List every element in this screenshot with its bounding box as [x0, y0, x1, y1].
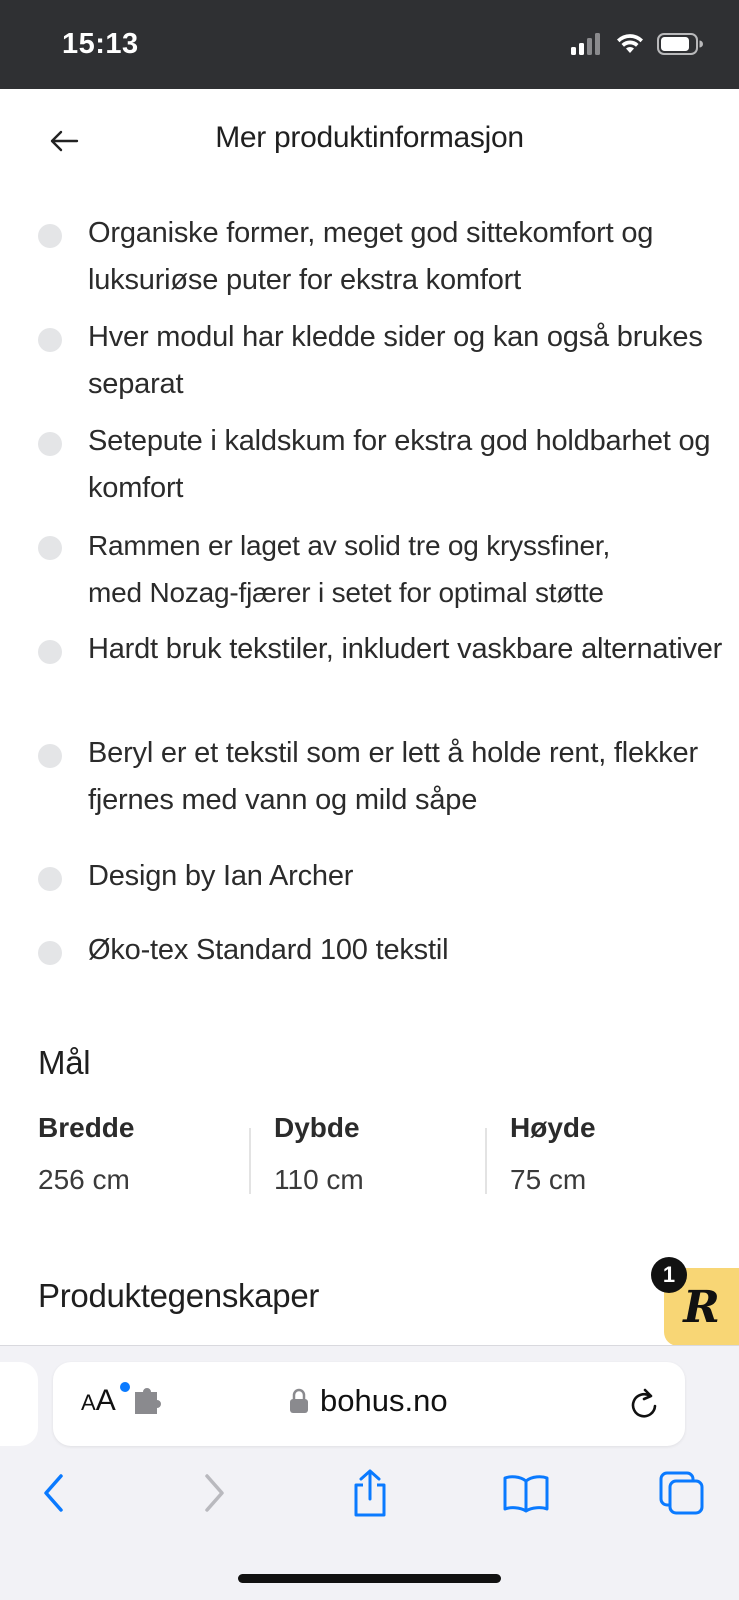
back-nav-button[interactable] — [26, 1468, 82, 1518]
bookmarks-icon — [503, 1475, 549, 1513]
feature-item: Design by Ian Archer — [38, 853, 728, 900]
feature-item: Øko-tex Standard 100 tekstil — [38, 927, 728, 974]
properties-heading: Produktegenskaper — [38, 1277, 320, 1314]
reload-icon[interactable] — [627, 1386, 661, 1422]
feature-item: Setepute i kaldskum for ekstra god holdb… — [38, 418, 728, 512]
dimension-depth: Dybde 110 cm — [274, 1112, 364, 1202]
back-chevron-icon — [44, 1474, 63, 1512]
feature-item: Rammen er laget av solid tre og kryssfin… — [38, 522, 728, 616]
bookmarks-button[interactable] — [498, 1468, 554, 1518]
signal-icon — [571, 33, 600, 55]
url-text: bohus.no — [320, 1383, 448, 1418]
forward-nav-button[interactable] — [186, 1468, 242, 1518]
feature-text: Organiske former, meget god sittekomfort… — [88, 217, 654, 296]
forward-chevron-icon — [205, 1474, 224, 1512]
status-icons — [571, 33, 703, 55]
browser-toolbar — [0, 1468, 739, 1518]
feature-text: Design by Ian Archer — [88, 860, 354, 892]
feature-item: Beryl er et tekstil som er lett å holde … — [38, 730, 728, 824]
feature-text: Hardt bruk tekstiler, inkludert vaskbare… — [88, 633, 723, 665]
page-header: Mer produktinformasjon — [0, 89, 739, 193]
feature-text-line: med Nozag-fjærer i setet for optimal stø… — [88, 577, 604, 608]
dimensions-table: Bredde 256 cm Dybde 110 cm Høyde 75 cm — [38, 1112, 728, 1202]
bullet-icon — [38, 328, 62, 352]
wifi-icon — [617, 34, 643, 53]
feature-item: Hardt bruk tekstiler, inkludert vaskbare… — [38, 626, 728, 673]
bullet-icon — [38, 941, 62, 965]
dimension-label: Dybde — [274, 1112, 360, 1143]
bullet-icon — [38, 867, 62, 891]
feature-text: Setepute i kaldskum for ekstra god holdb… — [88, 425, 711, 504]
lock-icon — [290, 1388, 308, 1413]
previous-tab-preview[interactable] — [0, 1362, 38, 1446]
feature-text: Øko-tex Standard 100 tekstil — [88, 934, 449, 966]
status-time: 15:13 — [62, 28, 139, 60]
divider — [249, 1128, 251, 1194]
share-button[interactable] — [342, 1468, 398, 1518]
status-bar: 15:13 — [0, 0, 739, 89]
dimension-value: 256 cm — [38, 1164, 130, 1195]
extension-icon[interactable] — [133, 1388, 165, 1416]
notification-dot — [120, 1382, 130, 1392]
feature-text: Hver modul har kledde sider og kan også … — [88, 321, 703, 400]
dimension-width: Bredde 256 cm — [38, 1112, 134, 1202]
battery-icon — [657, 33, 703, 55]
dimensions-heading: Mål — [38, 1044, 91, 1081]
tabs-button[interactable] — [654, 1468, 710, 1518]
feature-text: Beryl er et tekstil som er lett å holde … — [88, 737, 698, 816]
page-title: Mer produktinformasjon — [215, 121, 524, 154]
dimension-value: 110 cm — [274, 1164, 364, 1195]
page-settings-button[interactable]: AA — [81, 1384, 116, 1418]
feature-item: Hver modul har kledde sider og kan også … — [38, 314, 728, 408]
bullet-icon — [38, 432, 62, 456]
notification-count-badge: 1 — [651, 1257, 687, 1293]
dimension-label: Høyde — [510, 1112, 596, 1143]
feature-text-line: Rammen er laget av solid tre og kryssfin… — [88, 530, 611, 561]
bullet-icon — [38, 224, 62, 248]
aa-small: A — [81, 1390, 96, 1415]
address-bar[interactable]: AA bohus.no — [53, 1362, 685, 1446]
dimension-value: 75 cm — [510, 1164, 587, 1195]
tabs-icon — [659, 1471, 704, 1515]
feature-text: Rammen er laget av solid tre og kryssfin… — [88, 522, 610, 616]
share-icon — [354, 1469, 386, 1517]
bullet-icon — [38, 536, 62, 560]
home-indicator[interactable] — [238, 1574, 501, 1583]
dimension-label: Bredde — [38, 1112, 135, 1143]
dimension-height: Høyde 75 cm — [510, 1112, 596, 1202]
feature-item: Organiske former, meget god sittekomfort… — [38, 210, 728, 304]
review-logo: R — [683, 1281, 720, 1333]
divider — [485, 1128, 487, 1194]
bullet-icon — [38, 640, 62, 664]
aa-large: A — [95, 1384, 116, 1417]
bullet-icon — [38, 744, 62, 768]
